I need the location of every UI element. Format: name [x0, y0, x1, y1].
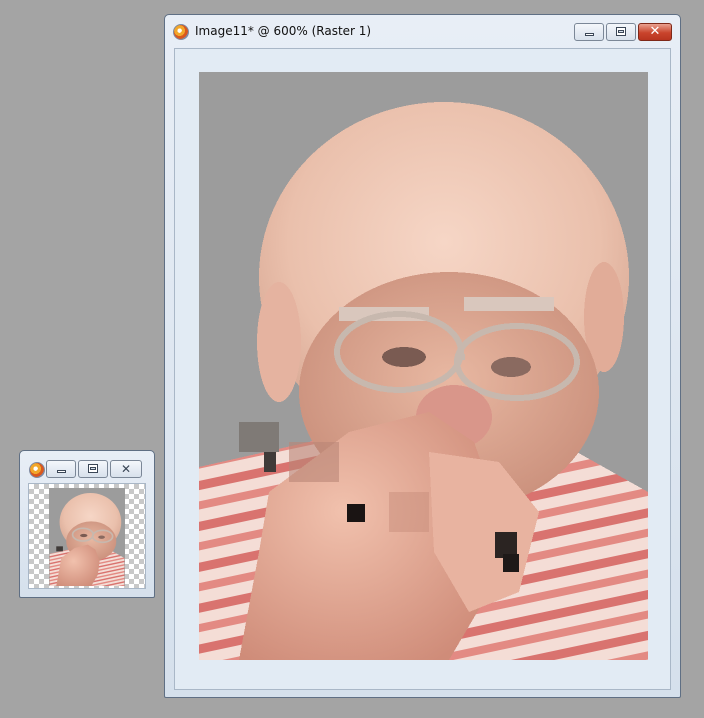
- restore-icon: [88, 464, 98, 473]
- overview-caption-buttons: ✕: [44, 460, 142, 478]
- overview-thumbnail[interactable]: [49, 488, 125, 586]
- overview-restore-button[interactable]: [78, 460, 108, 478]
- overview-window[interactable]: ✕: [19, 450, 155, 598]
- caption-buttons: ✕: [572, 23, 672, 41]
- overview-transparency-grid: [28, 483, 146, 589]
- close-button[interactable]: ✕: [638, 23, 672, 41]
- window-title: Image11* @ 600% (Raster 1): [195, 24, 372, 38]
- close-icon: ✕: [649, 24, 661, 39]
- overview-minimize-button[interactable]: [46, 460, 76, 478]
- minimize-button[interactable]: [574, 23, 604, 41]
- image-window-titlebar[interactable]: Image11* @ 600% (Raster 1) ✕: [165, 15, 680, 45]
- close-icon: ✕: [120, 462, 132, 476]
- restore-button[interactable]: [606, 23, 636, 41]
- thumbnail-photo: [49, 488, 125, 586]
- image-canvas[interactable]: [199, 72, 648, 660]
- minimize-icon: [57, 470, 66, 473]
- image-window[interactable]: Image11* @ 600% (Raster 1) ✕: [164, 14, 681, 698]
- desktop: Image11* @ 600% (Raster 1) ✕ ✕: [0, 0, 704, 718]
- app-icon[interactable]: [173, 24, 189, 40]
- image-workspace[interactable]: [174, 48, 671, 690]
- photo-render: [199, 72, 648, 660]
- overview-close-button[interactable]: ✕: [110, 460, 142, 478]
- restore-icon: [616, 27, 626, 36]
- app-icon[interactable]: [29, 462, 45, 478]
- minimize-icon: [585, 33, 594, 36]
